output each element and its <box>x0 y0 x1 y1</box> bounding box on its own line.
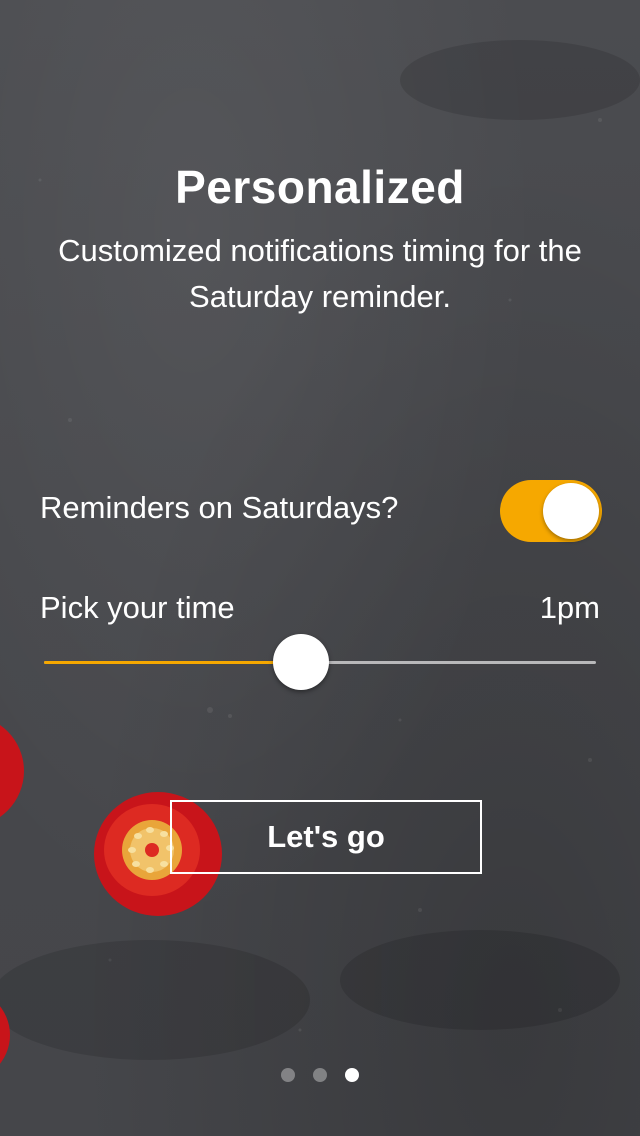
page-subtitle: Customized notifications timing for the … <box>58 233 582 314</box>
lets-go-button[interactable]: Let's go <box>170 800 482 874</box>
toggle-knob[interactable] <box>543 483 599 539</box>
page-dot-2[interactable] <box>313 1068 327 1082</box>
page-dot-1[interactable] <box>281 1068 295 1082</box>
time-slider[interactable] <box>44 634 596 690</box>
time-label: Pick your time <box>40 590 235 625</box>
onboarding-screen: Personalized Customized notifications ti… <box>0 0 640 1136</box>
slider-thumb[interactable] <box>272 634 329 690</box>
page-indicator <box>0 1068 640 1082</box>
reminder-toggle[interactable] <box>500 480 602 542</box>
page-title: Personalized <box>175 161 465 213</box>
time-value: 1pm <box>539 590 600 625</box>
tomato-left-top <box>0 725 24 817</box>
slider-fill <box>44 661 301 664</box>
reminder-label: Reminders on Saturdays? <box>40 490 399 525</box>
page-dot-3[interactable] <box>345 1068 359 1082</box>
